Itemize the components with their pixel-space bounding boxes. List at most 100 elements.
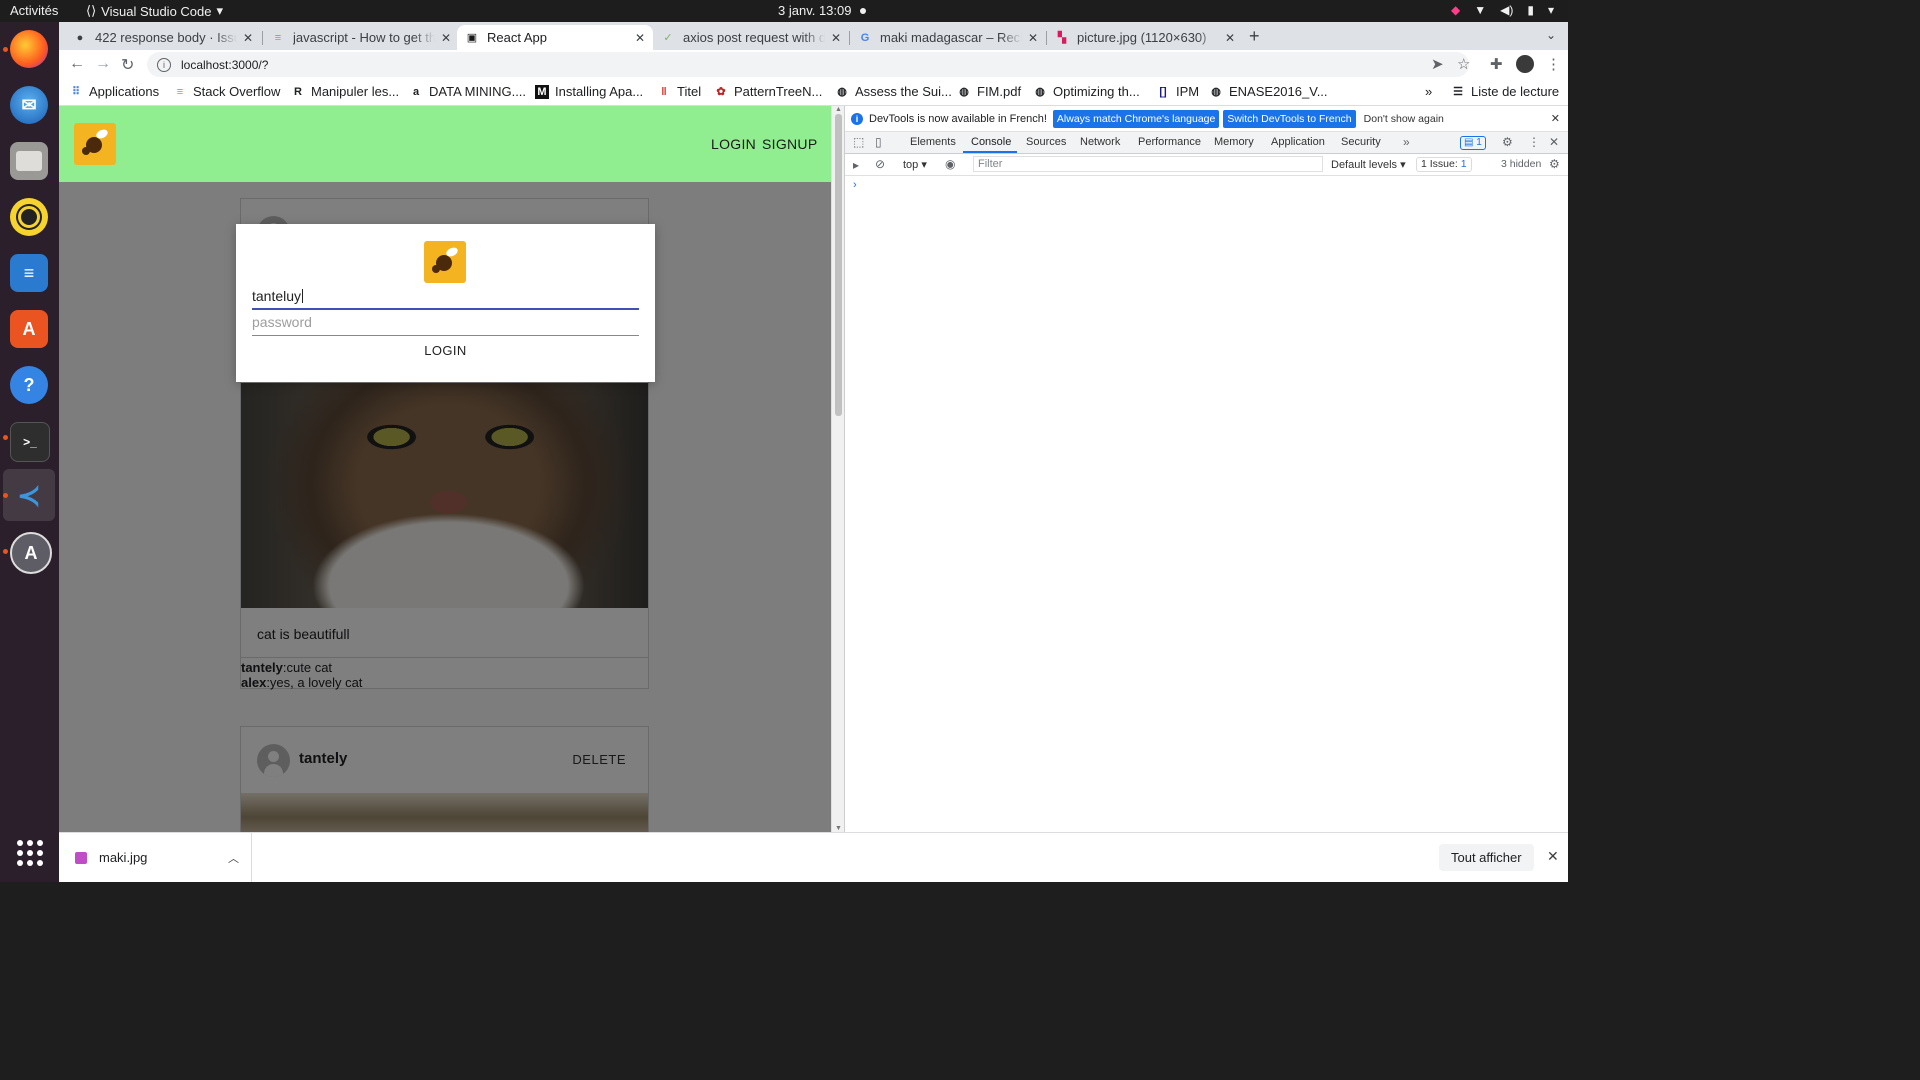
browser-tab[interactable]: ● 422 response body · Issue ✕	[65, 25, 261, 50]
tab-search-icon[interactable]: ⌄	[1546, 28, 1556, 42]
chevron-down-icon[interactable]: ▾	[1548, 3, 1554, 17]
new-tab-icon[interactable]: +	[1249, 26, 1260, 47]
close-icon[interactable]: ✕	[441, 31, 451, 45]
back-icon[interactable]: ←	[69, 55, 85, 73]
close-icon[interactable]: ✕	[1028, 31, 1038, 45]
dont-show-button[interactable]: Don't show again	[1364, 113, 1444, 125]
help-icon[interactable]: ?	[10, 366, 48, 404]
password-placeholder[interactable]: password	[252, 314, 312, 330]
issues-button[interactable]: 1 Issue: 1	[1416, 157, 1472, 172]
firefox-icon[interactable]	[10, 30, 48, 68]
tab-network[interactable]: Network	[1080, 136, 1120, 148]
password-field[interactable]: password	[252, 314, 639, 336]
kebab-menu-icon[interactable]: ⋮	[1528, 135, 1540, 149]
battery-icon[interactable]: ▮	[1527, 3, 1534, 17]
console-prompt-icon[interactable]: ›	[853, 179, 857, 191]
show-all-button[interactable]: Tout afficher	[1439, 844, 1534, 871]
username-field[interactable]: tanteluy	[252, 288, 639, 310]
terminal-icon[interactable]: >_	[10, 422, 50, 462]
bookmark-item[interactable]: M Installing Apa...	[535, 84, 643, 99]
close-icon[interactable]: ✕	[831, 31, 841, 45]
wifi-icon[interactable]: ▼	[1474, 3, 1486, 17]
avatar[interactable]	[1516, 55, 1534, 73]
tab-sources[interactable]: Sources	[1026, 136, 1066, 148]
page-scrollbar[interactable]: ▲ ▼	[831, 106, 844, 832]
bookmark-item[interactable]: a DATA MINING....	[409, 84, 526, 99]
bookmark-item[interactable]: ◍ Assess the Sui...	[835, 84, 952, 99]
filter-input[interactable]: Filter	[973, 156, 1323, 172]
clock[interactable]: 3 janv. 13:09	[778, 3, 851, 18]
volume-icon[interactable]: ◀)	[1500, 3, 1513, 17]
url-text[interactable]: localhost:3000/?	[181, 58, 268, 72]
close-icon[interactable]: ✕	[1225, 31, 1235, 45]
thunderbird-icon[interactable]: ✉	[10, 86, 48, 124]
log-levels-dropdown[interactable]: Default levels ▾	[1331, 158, 1406, 171]
scroll-down-icon[interactable]: ▼	[835, 825, 842, 832]
scroll-up-icon[interactable]: ▲	[835, 106, 842, 113]
address-bar[interactable]: i localhost:3000/?	[147, 52, 1469, 77]
close-icon[interactable]: ✕	[1551, 112, 1560, 125]
device-toolbar-icon[interactable]: ▯	[875, 135, 882, 149]
scrollbar-thumb[interactable]	[835, 114, 842, 416]
menu-icon[interactable]: ⋮	[1546, 55, 1561, 73]
bookmark-item[interactable]: ⠿ Applications	[69, 84, 159, 99]
tab-elements[interactable]: Elements	[910, 136, 956, 148]
inspect-icon[interactable]: ⬚	[853, 135, 864, 149]
browser-tab-active[interactable]: ▣ React App ✕	[457, 25, 653, 50]
download-filename[interactable]: maki.jpg	[99, 850, 228, 865]
bookmark-item[interactable]: ◍ FIM.pdf	[957, 84, 1021, 99]
reading-list-button[interactable]: ☰ Liste de lecture	[1451, 84, 1559, 99]
bookmark-item[interactable]: ◍ Optimizing th...	[1033, 84, 1140, 99]
gear-icon[interactable]: ⚙	[1502, 135, 1513, 149]
writer-icon[interactable]: ≡	[10, 254, 48, 292]
extensions-icon[interactable]: ✚	[1490, 55, 1503, 73]
close-icon[interactable]: ✕	[635, 31, 645, 45]
tab-application[interactable]: Application	[1271, 136, 1325, 148]
browser-tab[interactable]: ≡ javascript - How to get th ✕	[263, 25, 459, 50]
close-icon[interactable]: ✕	[1547, 848, 1559, 865]
more-bookmarks-icon[interactable]: »	[1425, 84, 1432, 99]
clear-console-icon[interactable]: ⊘	[875, 157, 885, 171]
more-tabs-icon[interactable]: »	[1403, 135, 1410, 149]
match-language-button[interactable]: Always match Chrome's language	[1052, 109, 1220, 128]
close-icon[interactable]: ✕	[1549, 135, 1559, 149]
tab-memory[interactable]: Memory	[1214, 136, 1254, 148]
browser-tab[interactable]: ▚ picture.jpg (1120×630) ✕	[1047, 25, 1243, 50]
download-item[interactable]: maki.jpg ︿	[73, 833, 252, 882]
send-icon[interactable]: ➤	[1431, 55, 1444, 73]
username-value[interactable]: tanteluy	[252, 288, 304, 304]
bookmark-item[interactable]: R Manipuler les...	[291, 84, 399, 99]
star-icon[interactable]: ☆	[1457, 55, 1470, 73]
reload-icon[interactable]: ↻	[121, 55, 134, 75]
messages-badge[interactable]: ▤ 1	[1460, 136, 1486, 150]
files-icon[interactable]	[10, 142, 48, 180]
gear-icon[interactable]: ⚙	[1549, 157, 1560, 171]
bookmark-item[interactable]: ≡ Stack Overflow	[173, 84, 281, 99]
software-icon[interactable]: A	[10, 310, 48, 348]
tab-security[interactable]: Security	[1341, 136, 1381, 148]
show-applications-icon[interactable]	[17, 840, 43, 866]
vscode-icon[interactable]: ≺	[10, 476, 48, 514]
signup-nav-button[interactable]: SIGNUP	[762, 136, 817, 152]
browser-tab[interactable]: ✓ axios post request with d ✕	[653, 25, 849, 50]
colorpicker-icon[interactable]: ◆	[1451, 3, 1460, 17]
rhythmbox-icon[interactable]	[10, 198, 48, 236]
updater-icon[interactable]: A	[10, 532, 52, 574]
close-icon[interactable]: ✕	[243, 31, 253, 45]
login-nav-button[interactable]: LOGIN	[711, 136, 756, 152]
site-info-icon[interactable]: i	[157, 57, 171, 72]
activities-button[interactable]: Activités	[10, 3, 58, 18]
context-selector[interactable]: top ▾	[903, 158, 927, 171]
bookmark-item[interactable]: ✿ PatternTreeN...	[714, 84, 822, 99]
browser-tab[interactable]: G maki madagascar – Reche ✕	[850, 25, 1046, 50]
tab-performance[interactable]: Performance	[1138, 136, 1201, 148]
system-tray[interactable]: ◆ ▼ ◀) ▮ ▾	[1451, 3, 1554, 17]
bookmark-item[interactable]: ◍ ENASE2016_V...	[1209, 84, 1327, 99]
sidebar-toggle-icon[interactable]: ▸	[853, 158, 859, 172]
chevron-up-icon[interactable]: ︿	[228, 850, 239, 866]
forward-icon[interactable]: →	[95, 55, 111, 73]
bookmark-item[interactable]: [] IPM	[1156, 84, 1199, 99]
switch-language-button[interactable]: Switch DevTools to French	[1223, 109, 1356, 128]
tab-console[interactable]: Console	[971, 136, 1011, 148]
eye-icon[interactable]: ◉	[945, 157, 955, 171]
